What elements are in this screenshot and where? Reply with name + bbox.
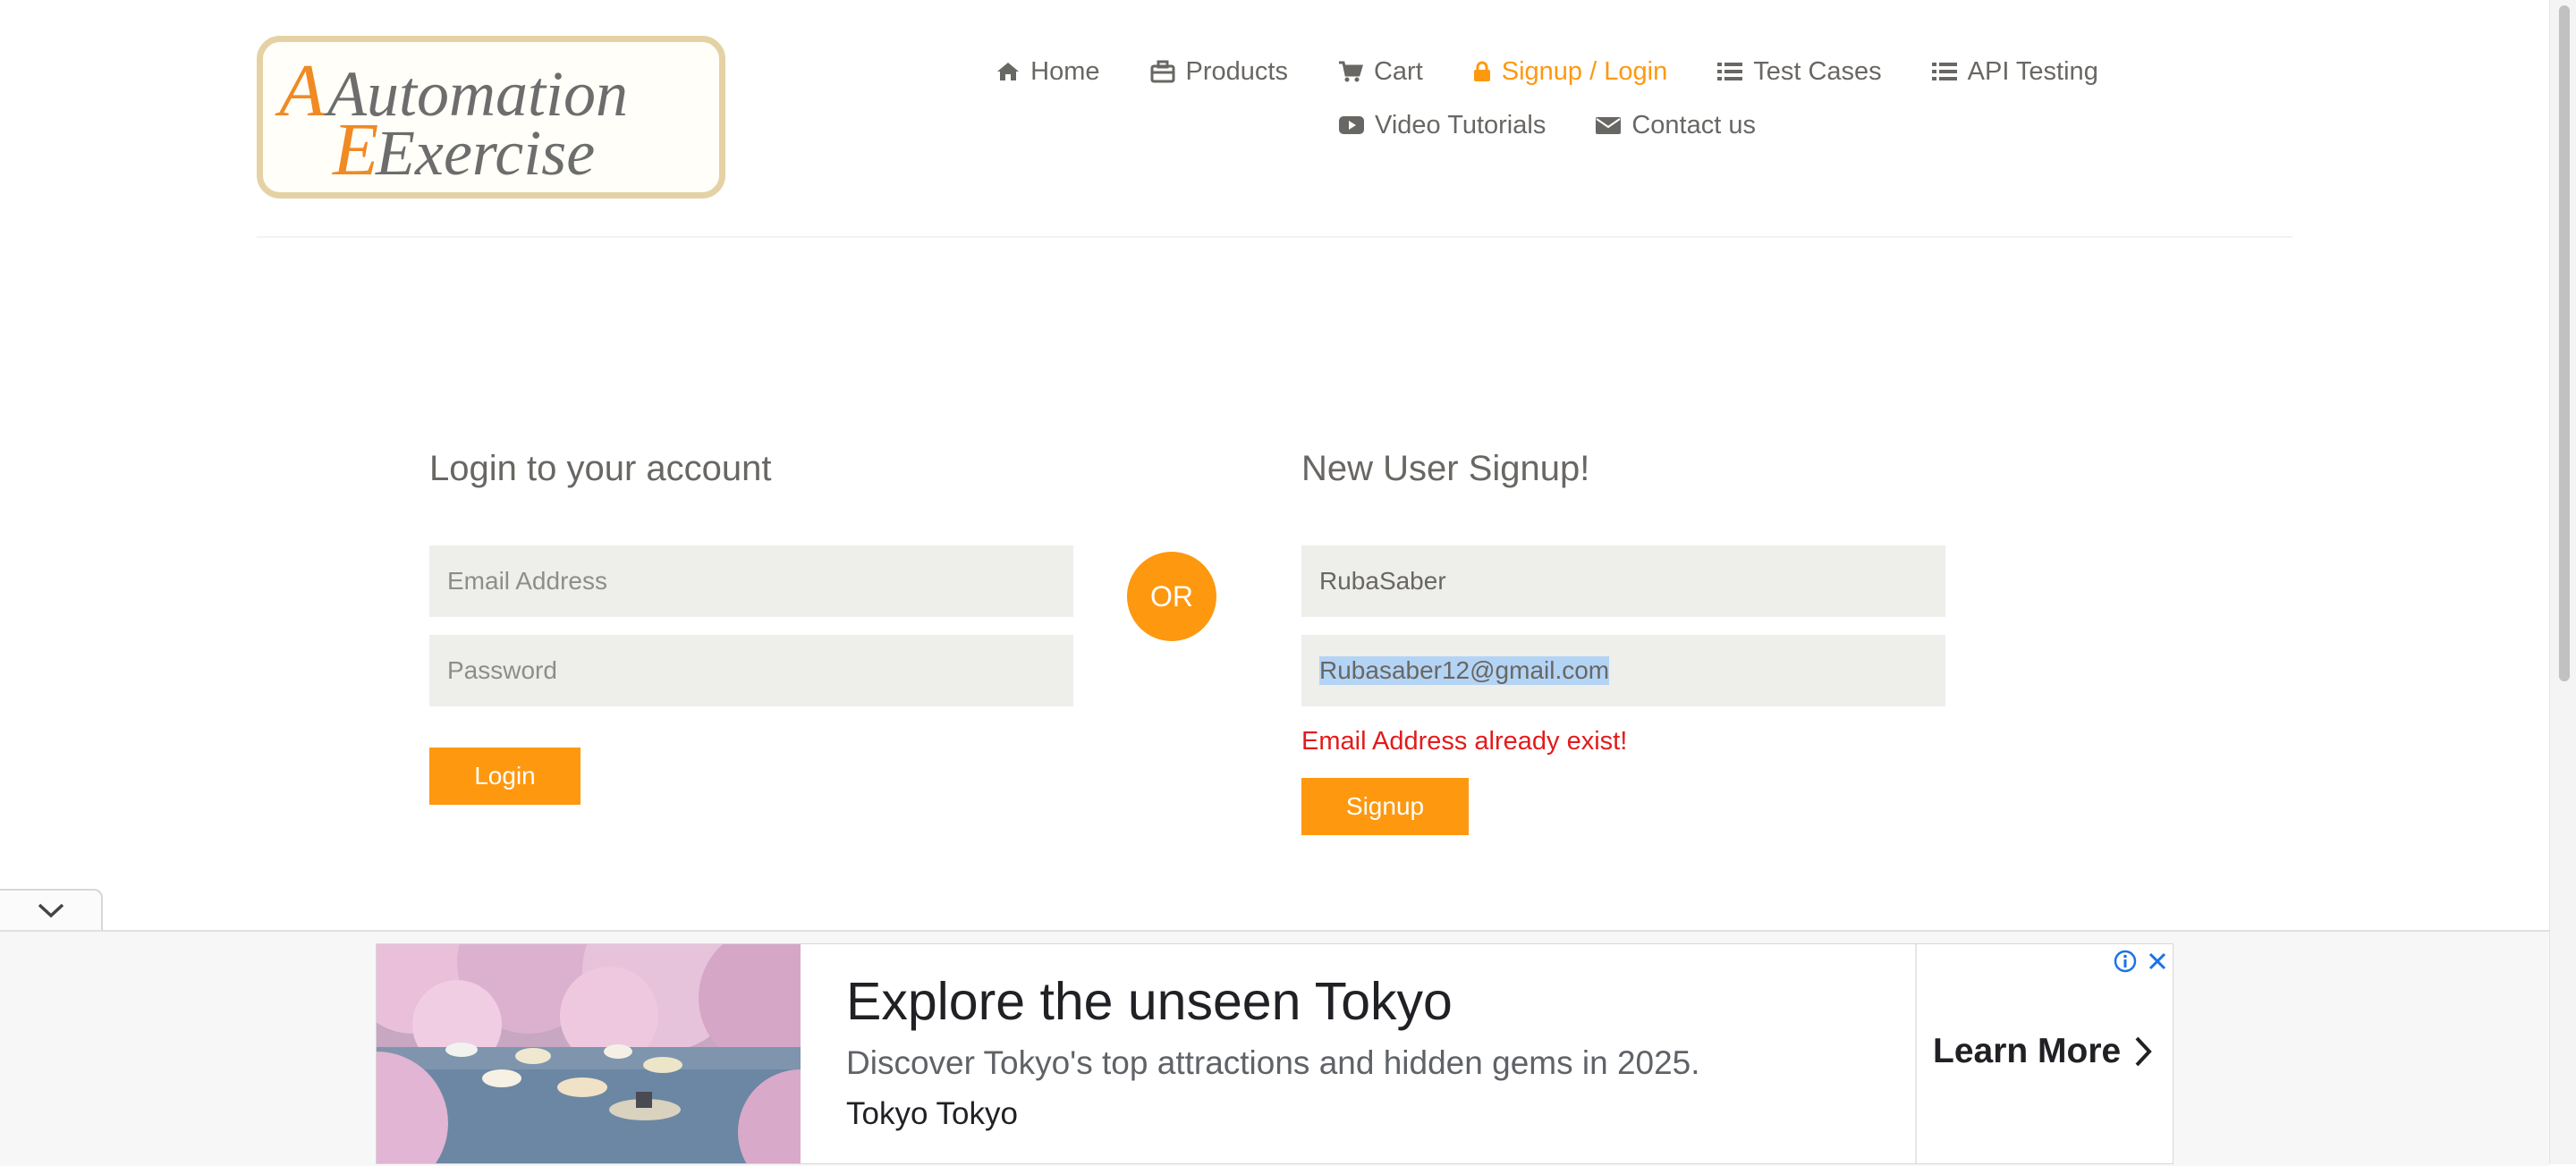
nav-video-tutorials[interactable]: Video Tutorials (1339, 111, 1546, 140)
signup-button[interactable]: Signup (1301, 778, 1469, 835)
or-divider: OR (1127, 552, 1216, 641)
nav-api-testing-label: API Testing (1967, 56, 2098, 86)
header-divider (257, 236, 2292, 238)
login-title: Login to your account (429, 449, 772, 488)
list-icon (1931, 63, 1957, 80)
signup-name-value: RubaSaber (1319, 567, 1446, 595)
ad-image[interactable] (377, 944, 801, 1163)
nav-home[interactable]: Home (996, 56, 1100, 87)
nav-contact-us-label: Contact us (1631, 110, 1756, 139)
signup-name-input[interactable]: RubaSaber (1301, 545, 1945, 617)
nav-products-label: Products (1185, 56, 1288, 86)
logo-line2: Exercise (375, 117, 595, 189)
login-password-input[interactable]: Password (429, 635, 1073, 706)
nav-cart[interactable]: Cart (1338, 57, 1423, 87)
ad-collapse-button[interactable] (0, 889, 103, 930)
signup-email-value: Rubasaber12@gmail.com (1319, 656, 1610, 685)
nav-signup-login-label: Signup / Login (1501, 56, 1668, 86)
login-button[interactable]: Login (429, 748, 580, 805)
nav-video-tutorials-label: Video Tutorials (1375, 110, 1546, 139)
briefcase-icon (1150, 60, 1175, 83)
ad-divider (1915, 944, 1917, 1163)
ad-learn-more-button[interactable]: Learn More (1933, 1032, 2153, 1071)
nav-products[interactable]: Products (1150, 57, 1288, 87)
ad-headline[interactable]: Explore the unseen Tokyo (846, 971, 1453, 1032)
ad-image-cherry-blossom-lake (377, 944, 801, 1163)
nav-cart-label: Cart (1373, 56, 1423, 86)
ad-cta-label: Learn More (1933, 1032, 2122, 1070)
list-icon (1717, 63, 1743, 80)
page-scrollbar[interactable] (2549, 0, 2576, 1164)
nav-test-cases-label: Test Cases (1753, 56, 1882, 86)
svg-text:A: A (275, 49, 326, 132)
site-logo[interactable]: A Automation E Exercise (257, 36, 725, 199)
scrollbar-thumb[interactable] (2559, 5, 2570, 681)
ad-banner[interactable]: Explore the unseen Tokyo Discover Tokyo'… (376, 943, 2174, 1164)
home-icon (997, 63, 1020, 80)
logo-wordmark: A Automation E Exercise (275, 49, 628, 191)
ad-info-icon[interactable] (2112, 948, 2139, 975)
main-nav: Home Products Cart Signup / Login Test C… (948, 52, 2147, 145)
ad-close-icon[interactable] (2144, 948, 2171, 975)
cart-icon (1338, 61, 1363, 82)
svg-text:E: E (332, 108, 378, 191)
chevron-down-icon (38, 903, 64, 918)
signup-email-input[interactable]: Rubasaber12@gmail.com (1301, 635, 1945, 706)
login-email-input[interactable]: Email Address (429, 545, 1073, 617)
nav-api-testing[interactable]: API Testing (1931, 56, 2098, 87)
signup-error-message: Email Address already exist! (1301, 727, 1628, 756)
youtube-play-icon (1339, 116, 1365, 134)
envelope-icon (1596, 117, 1622, 134)
page: A Automation E Exercise Home Products Ca… (0, 0, 2549, 1166)
signup-title: New User Signup! (1301, 449, 1590, 488)
lock-icon (1473, 61, 1490, 81)
ad-advertiser: Tokyo Tokyo (846, 1096, 1018, 1131)
nav-home-label: Home (1030, 56, 1100, 86)
nav-test-cases[interactable]: Test Cases (1717, 56, 1882, 87)
ad-description: Discover Tokyo's top attractions and hid… (846, 1044, 1700, 1081)
nav-signup-login[interactable]: Signup / Login (1473, 57, 1667, 87)
nav-contact-us[interactable]: Contact us (1596, 111, 1756, 140)
chevron-right-icon (2135, 1036, 2152, 1067)
